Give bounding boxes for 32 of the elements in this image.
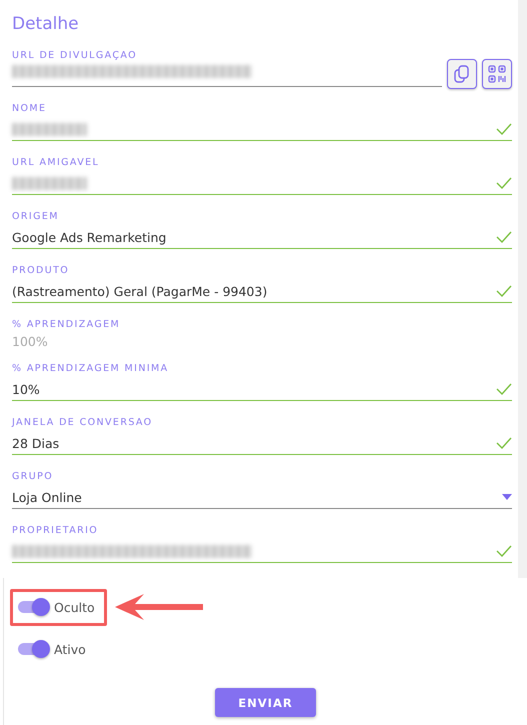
check-icon bbox=[496, 177, 512, 189]
field-label: ORIGEM bbox=[12, 211, 60, 223]
field-label: JANELA DE CONVERSAO bbox=[12, 417, 154, 429]
check-icon bbox=[496, 123, 512, 135]
field-label: URL DE DIVULGAÇAO bbox=[12, 50, 138, 62]
dropdown-field[interactable]: Loja Online bbox=[12, 486, 512, 509]
field-label: NOME bbox=[12, 103, 48, 115]
copy-button[interactable] bbox=[447, 59, 478, 89]
field-label: % APRENDIZAGEM bbox=[12, 319, 122, 331]
field-label: URL AMIGAVEL bbox=[12, 157, 100, 169]
qr-code-button[interactable] bbox=[482, 59, 512, 89]
check-icon bbox=[496, 437, 512, 449]
field-label: PROPRIETARIO bbox=[12, 525, 100, 537]
section-title: Detalhe bbox=[12, 14, 80, 34]
check-icon bbox=[496, 285, 512, 297]
field-label: PRODUTO bbox=[12, 265, 70, 277]
toggle-switch[interactable]: Ativo bbox=[10, 630, 98, 668]
field-value: 100% bbox=[12, 334, 49, 350]
check-icon bbox=[496, 231, 512, 243]
field-label: % APRENDIZAGEM MINIMA bbox=[12, 363, 170, 375]
field-label: GRUPO bbox=[12, 471, 54, 483]
input-field[interactable]: Google Ads Remarketing bbox=[12, 226, 512, 249]
qr-code-icon bbox=[488, 65, 506, 83]
input-field[interactable]: 28 Dias bbox=[12, 432, 512, 455]
check-icon bbox=[496, 545, 512, 557]
dropdown-arrow-icon bbox=[502, 494, 512, 500]
check-icon bbox=[496, 383, 512, 395]
toggle-switch[interactable]: Oculto bbox=[10, 588, 107, 626]
input-field[interactable]: 10% bbox=[12, 378, 512, 401]
copy-icon bbox=[454, 65, 470, 83]
submit-button[interactable]: ENVIAR bbox=[215, 688, 316, 717]
input-field[interactable]: (Rastreamento) Geral (PagarMe - 99403) bbox=[12, 280, 512, 303]
